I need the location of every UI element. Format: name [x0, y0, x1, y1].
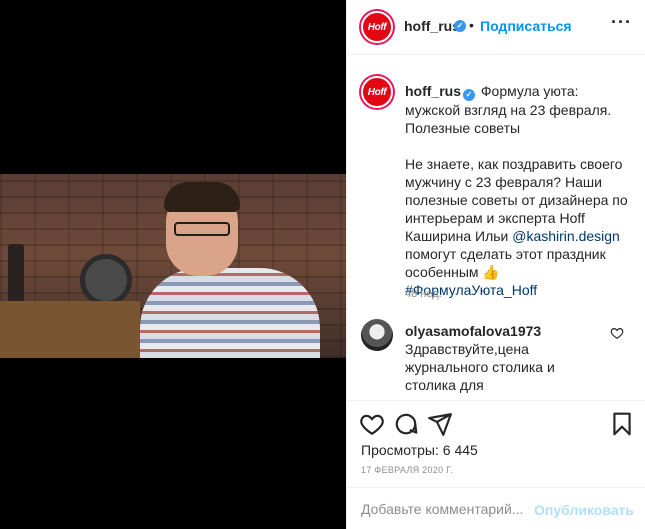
sweater-shape: [140, 268, 320, 358]
avatar-logo-text: Hoff: [367, 86, 387, 98]
save-bookmark-icon[interactable]: [609, 411, 635, 437]
heart-icon[interactable]: [359, 411, 385, 437]
add-comment-bar: Опубликовать: [347, 487, 645, 529]
video-player[interactable]: [0, 174, 346, 358]
caption-username[interactable]: hoff_rus: [405, 83, 461, 99]
share-icon[interactable]: [427, 411, 453, 437]
avatar-logo-text: Hoff: [367, 21, 387, 33]
caption-body-text-2: помогут сделать этот праздник особенным: [405, 246, 606, 280]
publish-button[interactable]: Опубликовать: [534, 502, 634, 518]
more-options-icon[interactable]: ···: [611, 12, 632, 33]
separator-dot: •: [469, 17, 474, 33]
comment-text: Здравствуйте,цена журнального столика и …: [405, 341, 597, 400]
comment-icon[interactable]: [393, 411, 419, 437]
thumbs-up-icon: 👍: [482, 264, 500, 280]
views-counter[interactable]: Просмотры: 6 445: [361, 442, 478, 458]
comment-input[interactable]: [361, 498, 541, 520]
post-media[interactable]: [0, 0, 346, 529]
comment-username[interactable]: olyasamofalova1973: [405, 323, 541, 339]
header-username[interactable]: hoff_rus: [404, 18, 460, 34]
caption-avatar[interactable]: Hoff: [361, 76, 393, 108]
commenter-avatar[interactable]: [361, 319, 393, 351]
comments-scroll-area[interactable]: Hoff hoff_rus ✓ Формула уюта: мужской взг…: [347, 56, 645, 400]
post-header: Hoff hoff_rus ✓ • Подписаться ···: [347, 0, 645, 55]
views-count: 6 445: [442, 442, 478, 458]
post-actions: Просмотры: 6 445 17 ФЕВРАЛЯ 2020 Г.: [347, 400, 645, 490]
comment-like-heart-icon[interactable]: [610, 326, 624, 340]
caption-time[interactable]: 48 нед.: [405, 288, 442, 300]
presenter-image: [140, 182, 320, 358]
comment: olyasamofalova1973 Здравствуйте,цена жур…: [405, 322, 605, 400]
post-sidebar: Hoff hoff_rus ✓ • Подписаться ··· Hoff h…: [346, 0, 645, 529]
views-label: Просмотры:: [361, 442, 439, 458]
shelf-image: [0, 301, 140, 358]
lamp-image: [8, 244, 24, 304]
follow-button[interactable]: Подписаться: [480, 18, 572, 34]
post-date[interactable]: 17 ФЕВРАЛЯ 2020 Г.: [361, 465, 453, 475]
wall-clock-image: [80, 254, 132, 306]
glasses-shape: [174, 222, 230, 236]
caption: hoff_rus ✓ Формула уюта: мужской взгляд н…: [405, 82, 629, 299]
verified-badge-icon: ✓: [463, 89, 475, 101]
verified-badge-icon: ✓: [454, 20, 466, 32]
hair-shape: [164, 182, 240, 212]
mention-link[interactable]: @kashirin.design: [512, 228, 620, 244]
avatar[interactable]: Hoff: [361, 11, 393, 43]
caption-body: Не знаете, как поздравить своего мужчину…: [405, 155, 629, 299]
